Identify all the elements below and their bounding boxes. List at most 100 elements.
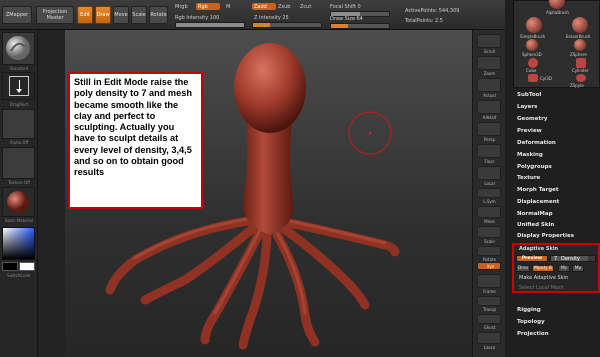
cyl3d-label: Cyl3D <box>540 76 552 81</box>
material-sphere-icon <box>7 191 29 213</box>
local-label: Local <box>484 181 495 186</box>
projection-master-button[interactable]: Projection Master <box>36 6 74 24</box>
zoom-button[interactable] <box>477 56 501 70</box>
cylinder-label: Cylinder <box>572 68 589 73</box>
zsub-toggle[interactable]: Zsub <box>278 4 290 10</box>
menu-preview[interactable]: Preview <box>517 128 542 134</box>
preview-button[interactable]: Preview <box>516 255 548 262</box>
eraserbrush-thumb[interactable] <box>572 17 588 33</box>
edit-label: Edit <box>80 12 90 18</box>
menu-rigging[interactable]: Rigging <box>517 307 541 313</box>
rotate-view-button[interactable] <box>477 246 501 256</box>
draw-size-slider[interactable] <box>330 23 390 29</box>
main-color-swatch[interactable] <box>2 262 18 271</box>
rgb-toggle[interactable]: Rgb <box>196 3 220 10</box>
menu-deformation[interactable]: Deformation <box>517 140 556 146</box>
dres-button[interactable]: Dres <box>516 265 530 272</box>
menu-morph-target[interactable]: Morph Target <box>517 187 559 193</box>
draw-button[interactable]: Draw <box>95 6 111 24</box>
zsphere-thumb[interactable] <box>574 39 586 51</box>
simplebrush-thumb[interactable] <box>526 17 542 33</box>
lasso-label: Lasso <box>483 345 496 350</box>
zspyle-label: ZSpyle <box>570 83 584 88</box>
scale-view-button[interactable] <box>477 226 501 238</box>
alphabrush-label: AlphaBrush <box>546 10 569 15</box>
menu-normalmap[interactable]: NormalMap <box>517 211 553 217</box>
rgb-intensity-slider[interactable] <box>175 22 245 28</box>
menu-projection[interactable]: Projection <box>517 331 549 337</box>
xyz-toggle[interactable]: Xyz <box>477 262 501 270</box>
zmapper-button[interactable]: ZMapper <box>2 6 32 24</box>
alphabrush-thumb[interactable] <box>549 0 565 9</box>
frame-button[interactable] <box>477 274 501 288</box>
cube-thumb[interactable] <box>528 58 538 68</box>
density-slider[interactable]: 7 Density <box>550 255 596 262</box>
texture-label: Texture Off <box>8 180 30 185</box>
m-toggle[interactable]: M <box>226 4 230 10</box>
mp-button[interactable]: Mp <box>572 265 584 272</box>
texture-slot[interactable] <box>2 147 35 179</box>
menu-geometry[interactable]: Geometry <box>517 116 547 122</box>
z-intensity-label: Z Intensity 25 <box>254 15 289 21</box>
zcut-toggle[interactable]: Zcut <box>300 4 311 10</box>
menu-display-properties[interactable]: Display Properties <box>517 233 574 239</box>
aahalf-button[interactable] <box>477 100 501 114</box>
persp-button[interactable] <box>477 122 501 136</box>
cyl3d-thumb[interactable] <box>528 74 538 82</box>
actual-button[interactable] <box>477 78 501 92</box>
mp-label: Mp <box>574 266 582 271</box>
master-label: Master <box>46 15 64 21</box>
scroll-button[interactable] <box>477 34 501 48</box>
scale-view-label: Scale <box>484 239 495 244</box>
menu-masking[interactable]: Masking <box>517 152 543 158</box>
menu-layers[interactable]: Layers <box>517 104 537 110</box>
transp-button[interactable] <box>477 296 501 306</box>
density-label: Density <box>561 256 581 262</box>
menu-displacement[interactable]: Displacement <box>517 199 559 205</box>
select-local-mesh-button[interactable]: Select Local Mesh <box>519 285 564 291</box>
move-button[interactable]: Move <box>113 6 129 24</box>
left-gutter <box>38 30 65 357</box>
menu-polygroups[interactable]: Polygroups <box>517 164 552 170</box>
zoom-label: Zoom <box>483 71 496 76</box>
dres-label: Dres <box>517 266 529 271</box>
menu-unified-skin[interactable]: Unified Skin <box>517 222 554 228</box>
scale-button[interactable]: Scale <box>131 6 147 24</box>
adaptive-skin-title[interactable]: Adaptive Skin <box>519 246 558 252</box>
make-adaptive-skin-button[interactable]: Make Adaptive Skin <box>519 275 568 281</box>
switch-color-button[interactable]: SwitchColor <box>0 273 38 278</box>
focal-shift-label: Focal Shift 0 <box>330 4 361 10</box>
rotate-label: Rotate <box>150 12 167 18</box>
standard-brush-slot[interactable] <box>2 32 35 65</box>
zspyle-thumb[interactable] <box>576 74 586 82</box>
move-view-button[interactable] <box>477 206 501 218</box>
color-picker[interactable] <box>2 227 35 260</box>
menu-subtool[interactable]: SubTool <box>517 92 541 98</box>
document-canvas[interactable]: Still in Edit Mode raise the poly densit… <box>65 30 472 357</box>
mc-button[interactable]: Mc <box>558 265 570 272</box>
left-tool-panel: Standard DragRect Alpha Off Texture Off … <box>0 30 38 357</box>
sphere3d-thumb[interactable] <box>526 39 538 51</box>
rotate-button[interactable]: Rotate <box>149 6 168 24</box>
menu-topology[interactable]: Topology <box>517 319 545 325</box>
alpha-slot[interactable] <box>2 109 35 139</box>
ghost-button[interactable] <box>477 314 501 324</box>
stroke-slot[interactable] <box>2 72 35 100</box>
move-label: Move <box>114 12 128 18</box>
local-button[interactable] <box>477 166 501 180</box>
view-icon-strip: Scroll Zoom Actual AAHalf Persp Floor Lo… <box>472 30 505 357</box>
mrgb-label[interactable]: Mrgb <box>175 4 188 10</box>
mpoly-slider[interactable]: Mpoly 8 <box>532 265 554 272</box>
lsym-button[interactable] <box>477 188 501 198</box>
floor-button[interactable] <box>477 144 501 158</box>
lasso-button[interactable] <box>477 332 501 344</box>
material-slot[interactable] <box>2 187 35 217</box>
secondary-color-swatch[interactable] <box>19 262 35 271</box>
cylinder-thumb[interactable] <box>576 58 586 68</box>
edit-button[interactable]: Edit <box>77 6 93 24</box>
z-intensity-slider[interactable] <box>252 22 322 28</box>
tool-palette: AlphaBrush SimpleBrush EraserBrush Spher… <box>505 0 600 357</box>
zadd-toggle[interactable]: Zadd <box>252 3 276 10</box>
menu-texture[interactable]: Texture <box>517 175 540 181</box>
zsphere-label: ZSphere <box>570 52 587 57</box>
